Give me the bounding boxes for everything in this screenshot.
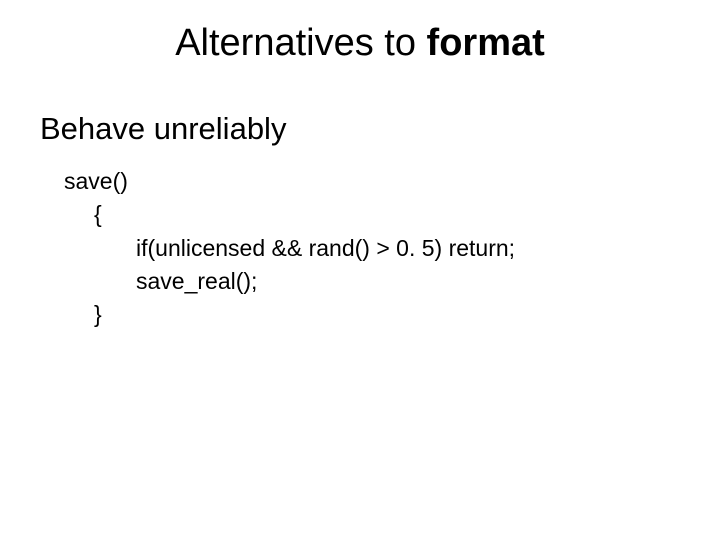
title-prefix: Alternatives to [175,22,426,64]
code-line: { [64,198,680,231]
slide-title: Alternatives to format [40,22,680,65]
slide-subtitle: Behave unreliably [40,111,680,147]
title-bold-word: format [427,22,545,64]
code-block: save() { if(unlicensed && rand() > 0. 5)… [64,165,680,332]
code-line: save_real(); [64,265,680,298]
code-line: } [64,298,680,331]
code-line: if(unlicensed && rand() > 0. 5) return; [64,232,680,265]
slide: Alternatives to format Behave unreliably… [0,0,720,540]
code-line: save() [64,165,680,198]
